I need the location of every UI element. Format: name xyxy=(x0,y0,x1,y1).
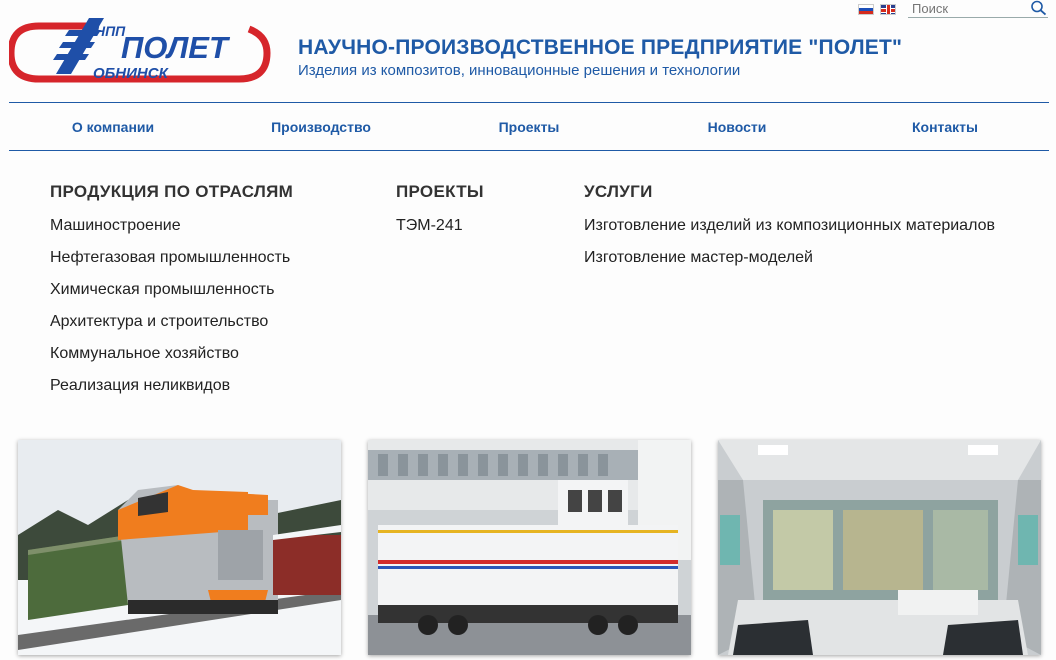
nav-item-projects[interactable]: Проекты xyxy=(425,103,633,150)
projects-column: ПРОЕКТЫ ТЭМ-241 xyxy=(396,182,484,248)
english-flag-icon[interactable] xyxy=(880,3,896,15)
industries-column: ПРОДУКЦИЯ ПО ОТРАСЛЯМ Машиностроение Неф… xyxy=(50,182,293,408)
nav-item-about[interactable]: О компании xyxy=(9,103,217,150)
top-bar xyxy=(858,0,1048,18)
industry-link[interactable]: Машиностроение xyxy=(50,216,293,248)
locomotive-snow-photo[interactable] xyxy=(18,440,341,655)
search-icon[interactable] xyxy=(1030,0,1048,16)
russian-flag-icon[interactable] xyxy=(858,3,874,15)
services-heading: УСЛУГИ xyxy=(584,182,653,201)
industry-link[interactable]: Коммунальное хозяйство xyxy=(50,344,293,376)
page-subtitle: Изделия из композитов, инновационные реш… xyxy=(298,62,741,79)
logo-main-text: ПОЛЕТ xyxy=(121,30,231,65)
cab-interior-photo[interactable] xyxy=(718,440,1041,655)
industries-heading: ПРОДУКЦИЯ ПО ОТРАСЛЯМ xyxy=(50,182,294,201)
search-input[interactable] xyxy=(908,0,1026,17)
page-title: НАУЧНО-ПРОИЗВОДСТВЕННОЕ ПРЕДПРИЯТИЕ "ПОЛ… xyxy=(298,36,903,59)
services-column: УСЛУГИ Изготовление изделий из композици… xyxy=(584,182,995,280)
industry-link[interactable]: Нефтегазовая промышленность xyxy=(50,248,293,280)
nav-item-production[interactable]: Производство xyxy=(217,103,425,150)
nav-item-news[interactable]: Новости xyxy=(633,103,841,150)
logo-city-text: ОБНИНСК xyxy=(93,65,170,82)
service-link[interactable]: Изготовление мастер-моделей xyxy=(584,248,995,280)
industry-link[interactable]: Химическая промышленность xyxy=(50,280,293,312)
nav-item-contacts[interactable]: Контакты xyxy=(841,103,1049,150)
main-nav: О компании Производство Проекты Новости … xyxy=(9,102,1049,151)
projects-heading: ПРОЕКТЫ xyxy=(396,182,484,201)
locomotive-factory-photo[interactable] xyxy=(368,440,691,655)
service-link[interactable]: Изготовление изделий из композиционных м… xyxy=(584,216,995,248)
project-link[interactable]: ТЭМ-241 xyxy=(396,216,484,248)
industry-link[interactable]: Реализация неликвидов xyxy=(50,376,293,408)
company-logo[interactable]: НПП ПОЛЕТ ОБНИНСК xyxy=(7,16,271,84)
industry-link[interactable]: Архитектура и строительство xyxy=(50,312,293,344)
search-box xyxy=(908,0,1048,18)
